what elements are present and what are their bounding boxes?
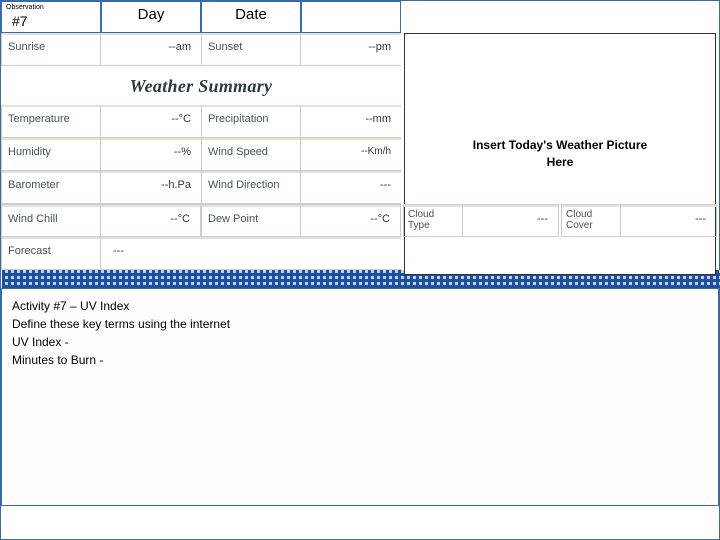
activity-box[interactable]: Activity #7 – UV Index Define these key … bbox=[1, 288, 719, 506]
temperature-label: Temperature bbox=[1, 105, 101, 138]
activity-line-4: Minutes to Burn - bbox=[12, 351, 708, 369]
weather-summary-heading: Weather Summary bbox=[1, 66, 401, 105]
header-row: Observation #7 Day Date bbox=[1, 1, 719, 33]
winddir-label: Wind Direction bbox=[201, 171, 301, 204]
worksheet: Observation #7 Day Date Insert Today's W… bbox=[0, 0, 720, 540]
sunset-value[interactable]: --pm bbox=[301, 33, 401, 66]
activity-line-1: Activity #7 – UV Index bbox=[12, 297, 708, 315]
activity-line-2: Define these key terms using the interne… bbox=[12, 315, 708, 333]
date-label: Date bbox=[201, 1, 301, 33]
precipitation-label: Precipitation bbox=[201, 105, 301, 138]
sunset-label: Sunset bbox=[201, 33, 301, 66]
forecast-value[interactable]: --- bbox=[101, 237, 401, 270]
observation-label: Observation bbox=[6, 4, 96, 12]
windspeed-value[interactable]: --Km/h bbox=[301, 138, 401, 171]
activity-line-3: UV Index - bbox=[12, 333, 708, 351]
date-value-blank[interactable] bbox=[301, 1, 401, 33]
dewpoint-value[interactable]: --°C bbox=[301, 204, 401, 237]
observation-cell: Observation #7 bbox=[1, 1, 101, 33]
dewpoint-label: Dew Point bbox=[201, 204, 301, 237]
weather-grid: Insert Today's Weather Picture Here Sunr… bbox=[1, 33, 719, 270]
barometer-label: Barometer bbox=[1, 171, 101, 204]
picture-placeholder-text: Insert Today's Weather Picture Here bbox=[465, 137, 655, 171]
day-label: Day bbox=[101, 1, 201, 33]
precipitation-value[interactable]: --mm bbox=[301, 105, 401, 138]
windchill-value[interactable]: --°C bbox=[101, 204, 201, 237]
forecast-label: Forecast bbox=[1, 237, 101, 270]
winddir-value[interactable]: --- bbox=[301, 171, 401, 204]
cloudcover-label: Cloud Cover bbox=[561, 204, 621, 237]
windchill-label: Wind Chill bbox=[1, 204, 101, 237]
humidity-value[interactable]: --% bbox=[101, 138, 201, 171]
windspeed-label: Wind Speed bbox=[201, 138, 301, 171]
cloudtype-label: Cloud Type bbox=[403, 204, 463, 237]
sunrise-label: Sunrise bbox=[1, 33, 101, 66]
sunrise-value[interactable]: --am bbox=[101, 33, 201, 66]
weather-picture-placeholder[interactable]: Insert Today's Weather Picture Here bbox=[404, 33, 716, 275]
cloudtype-value[interactable]: --- bbox=[463, 204, 559, 237]
temperature-value[interactable]: --°C bbox=[101, 105, 201, 138]
cloudcover-value[interactable]: --- bbox=[621, 204, 717, 237]
observation-number: #7 bbox=[12, 14, 28, 29]
barometer-value[interactable]: --h.Pa bbox=[101, 171, 201, 204]
humidity-label: Humidity bbox=[1, 138, 101, 171]
